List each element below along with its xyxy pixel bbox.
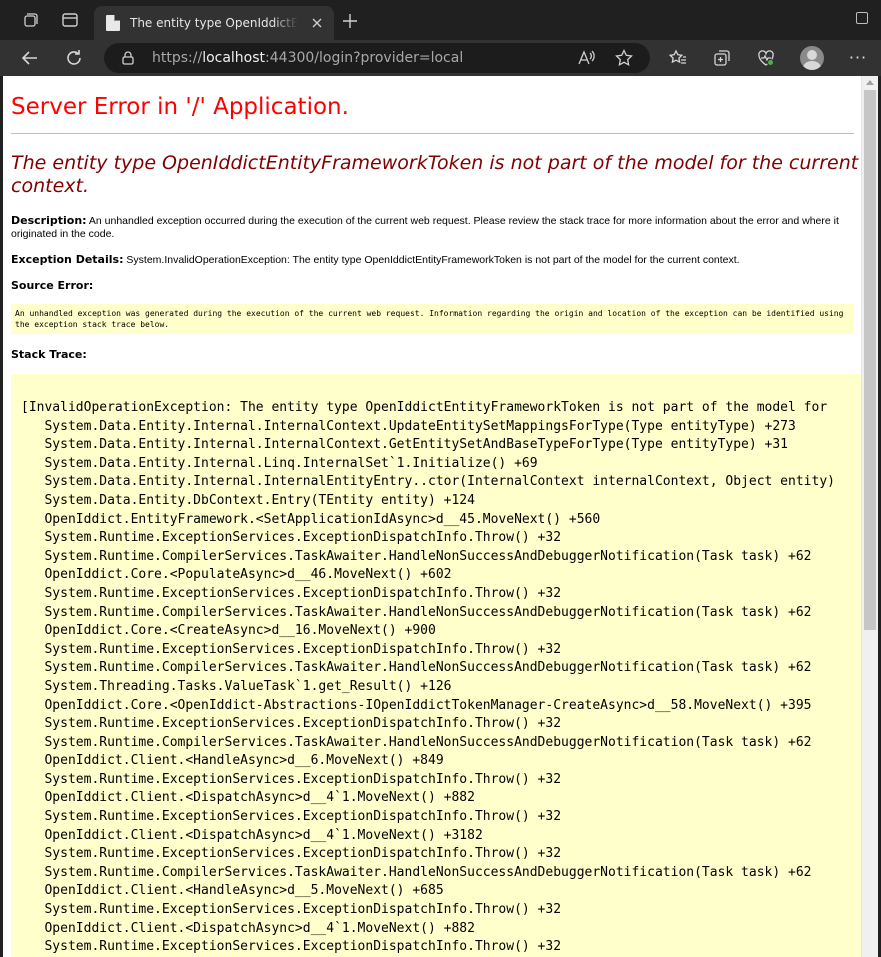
- page-viewport: Server Error in '/' Application. The ent…: [3, 76, 861, 957]
- url-scheme: https://: [152, 50, 203, 66]
- read-aloud-icon[interactable]: [576, 48, 596, 68]
- source-error-label: Source Error:: [11, 279, 94, 292]
- address-bar[interactable]: https://localhost:44300/login?provider=l…: [104, 43, 650, 73]
- stack-trace-line: System.Runtime.ExceptionServices.Excepti…: [21, 809, 562, 825]
- url-text[interactable]: https://localhost:44300/login?provider=l…: [152, 49, 463, 67]
- favorites-icon[interactable]: [668, 48, 688, 68]
- stack-trace-label: Stack Trace:: [11, 348, 87, 361]
- stack-trace-line: System.Data.Entity.Internal.InternalCont…: [21, 418, 796, 434]
- stack-trace-line: System.Runtime.ExceptionServices.Excepti…: [21, 530, 562, 546]
- refresh-icon[interactable]: [64, 48, 84, 68]
- stack-trace-line: OpenIddict.Client.<HandleAsync>d__6.Move…: [21, 753, 444, 769]
- status-dot-icon: [767, 59, 774, 66]
- browser-toolbar: https://localhost:44300/login?provider=l…: [0, 40, 881, 76]
- page-favicon-icon: [106, 15, 120, 31]
- stack-trace-line: OpenIddict.Client.<DispatchAsync>d__4`1.…: [21, 920, 475, 936]
- stack-trace-line: System.Data.Entity.DbContext.Entry(TEnti…: [21, 492, 475, 508]
- url-host: localhost: [202, 50, 266, 66]
- exception-details-label: Exception Details:: [11, 253, 124, 266]
- vertical-scrollbar[interactable]: [861, 76, 878, 957]
- description-label: Description:: [11, 214, 87, 227]
- profile-avatar[interactable]: [800, 46, 824, 70]
- stack-trace-line: System.Runtime.ExceptionServices.Excepti…: [21, 939, 562, 955]
- source-error-box: An unhandled exception was generated dur…: [11, 304, 854, 334]
- stack-trace-line: System.Runtime.CompilerServices.TaskAwai…: [21, 864, 812, 880]
- tab-actions-icon[interactable]: [60, 10, 80, 30]
- collections-icon[interactable]: [712, 48, 732, 68]
- stack-trace-text: [InvalidOperationException: The entity t…: [21, 399, 835, 957]
- scroll-thumb[interactable]: [864, 90, 876, 630]
- stack-trace-line: OpenIddict.EntityFramework.<SetApplicati…: [21, 511, 601, 527]
- stack-trace-line: System.Runtime.ExceptionServices.Excepti…: [21, 716, 562, 732]
- back-arrow-icon[interactable]: [20, 48, 40, 68]
- exception-details-text: System.InvalidOperationException: The en…: [123, 254, 740, 266]
- lock-icon[interactable]: [120, 50, 136, 66]
- stack-trace-line: System.Runtime.CompilerServices.TaskAwai…: [21, 548, 812, 564]
- url-path: :44300/login?provider=local: [265, 50, 464, 66]
- exception-details-block: Exception Details: System.InvalidOperati…: [11, 253, 853, 267]
- stack-trace-line: System.Runtime.ExceptionServices.Excepti…: [21, 846, 562, 862]
- description-text: An unhandled exception occurred during t…: [11, 215, 839, 240]
- description-block: Description: An unhandled exception occu…: [11, 214, 853, 241]
- stack-trace-line: System.Runtime.ExceptionServices.Excepti…: [21, 771, 562, 787]
- title-divider: [11, 133, 854, 134]
- error-heading: The entity type OpenIddictEntityFramewor…: [11, 152, 859, 197]
- stack-trace-line: [InvalidOperationException: The entity t…: [21, 400, 828, 415]
- stack-trace-line: OpenIddict.Core.<PopulateAsync>d__46.Mov…: [21, 567, 452, 583]
- restore-window-icon[interactable]: [856, 12, 868, 24]
- stack-trace-line: System.Runtime.ExceptionServices.Excepti…: [21, 641, 562, 657]
- favorite-star-icon[interactable]: [614, 48, 634, 68]
- tab-active[interactable]: The entity type OpenIddictEntityFramewor…: [94, 6, 334, 40]
- scroll-up-arrow-icon[interactable]: [866, 80, 874, 85]
- new-tab-button[interactable]: [340, 11, 360, 31]
- stack-trace-line: OpenIddict.Client.<DispatchAsync>d__4`1.…: [21, 790, 475, 806]
- close-tab-icon[interactable]: [308, 14, 326, 32]
- stack-trace-line: System.Data.Entity.Internal.InternalCont…: [21, 437, 789, 453]
- source-error-text: An unhandled exception was generated dur…: [15, 309, 844, 329]
- tab-title: The entity type OpenIddictEntityFramewor…: [130, 16, 298, 30]
- stack-trace-line: System.Threading.Tasks.ValueTask`1.get_R…: [21, 678, 452, 694]
- stack-trace-line: OpenIddict.Client.<HandleAsync>d__5.Move…: [21, 883, 444, 899]
- stack-trace-line: OpenIddict.Client.<DispatchAsync>d__4`1.…: [21, 827, 483, 843]
- workspaces-icon[interactable]: [20, 10, 40, 30]
- stack-trace-line: System.Data.Entity.Internal.Linq.Interna…: [21, 455, 538, 471]
- stack-trace-line: System.Runtime.CompilerServices.TaskAwai…: [21, 734, 812, 750]
- page-title: Server Error in '/' Application.: [11, 94, 349, 120]
- stack-trace-line: System.Data.Entity.Internal.InternalEnti…: [21, 474, 835, 490]
- tab-strip: The entity type OpenIddictEntityFramewor…: [0, 0, 881, 40]
- stack-trace-line: System.Runtime.CompilerServices.TaskAwai…: [21, 604, 812, 620]
- more-menu-icon[interactable]: ···: [848, 48, 868, 68]
- stack-trace-line: OpenIddict.Core.<CreateAsync>d__16.MoveN…: [21, 623, 436, 639]
- browser-essentials-icon[interactable]: [756, 48, 776, 68]
- stack-trace-line: System.Runtime.CompilerServices.TaskAwai…: [21, 660, 812, 676]
- stack-trace-box[interactable]: [InvalidOperationException: The entity t…: [11, 374, 861, 957]
- stack-trace-line: OpenIddict.Core.<OpenIddict-Abstractions…: [21, 697, 812, 713]
- stack-trace-line: System.Runtime.ExceptionServices.Excepti…: [21, 902, 562, 918]
- stack-trace-line: System.Runtime.ExceptionServices.Excepti…: [21, 585, 562, 601]
